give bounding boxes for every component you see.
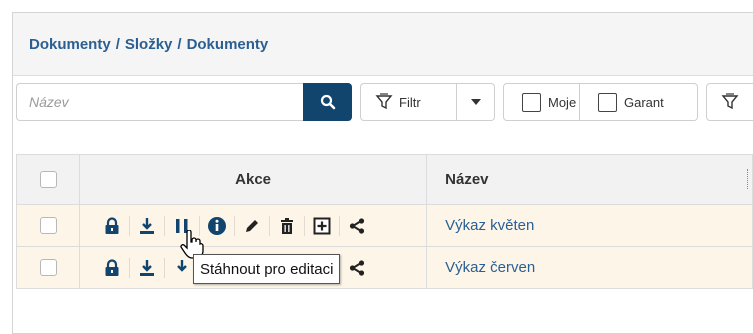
search-group: [16, 83, 352, 121]
table-row: Výkaz květen: [15, 204, 753, 247]
filter-secondary-button[interactable]: [706, 83, 753, 121]
divider: [269, 215, 271, 236]
chevron-down-icon: [470, 99, 481, 105]
garant-label: Garant: [624, 94, 664, 110]
search-button[interactable]: [303, 83, 352, 121]
row-name-link[interactable]: Výkaz květen: [426, 204, 753, 247]
breadcrumb-item-dokumenty[interactable]: Dokumenty: [29, 36, 111, 53]
plus-box-icon[interactable]: [308, 212, 336, 240]
divider: [304, 215, 306, 236]
download-icon[interactable]: [133, 254, 161, 282]
breadcrumb-separator: /: [177, 35, 182, 53]
toolbar: Filtr Moje Garant: [16, 83, 753, 121]
filter-button[interactable]: Filtr: [360, 83, 457, 121]
breadcrumb-separator: /: [115, 35, 120, 53]
lock-icon[interactable]: [98, 212, 126, 240]
row-name-link[interactable]: Výkaz červen: [426, 246, 753, 289]
search-input[interactable]: [16, 83, 303, 121]
search-icon: [320, 94, 335, 110]
breadcrumb: Dokumenty / Složky / Dokumenty: [13, 13, 753, 76]
filter-dropdown-button[interactable]: [457, 83, 495, 121]
row-checkbox[interactable]: [39, 217, 57, 234]
breadcrumb-item-current: Dokumenty: [186, 35, 269, 53]
trash-icon[interactable]: [273, 212, 301, 240]
filter-label: Filtr: [399, 94, 421, 110]
column-resize-handle[interactable]: [747, 169, 750, 189]
column-header-nazev-label: Název: [445, 171, 489, 188]
download-icon[interactable]: [133, 212, 161, 240]
lock-icon[interactable]: [98, 254, 126, 282]
funnel-icon: [721, 93, 739, 110]
row-select-cell: [15, 204, 81, 247]
breadcrumb-item-slozky[interactable]: Složky: [125, 36, 173, 53]
pencil-icon[interactable]: [238, 212, 266, 240]
divider: [129, 215, 131, 236]
divider: [164, 257, 166, 278]
garant-toggle[interactable]: Garant: [580, 83, 698, 121]
garant-checkbox[interactable]: [598, 92, 617, 112]
column-header-nazev[interactable]: Název: [426, 154, 753, 205]
tooltip: Stáhnout pro editaci: [193, 254, 341, 284]
row-select-cell: [15, 246, 81, 289]
column-header-akce: Akce: [79, 154, 428, 205]
table-row: Výkaz červen: [15, 246, 753, 289]
divider: [164, 215, 166, 236]
share-icon[interactable]: [343, 254, 371, 282]
row-actions: [79, 204, 428, 247]
documents-table: Akce Název Výkaz květen Výkaz červen: [15, 154, 753, 289]
divider: [339, 215, 341, 236]
select-all-checkbox[interactable]: [39, 171, 57, 188]
info-icon[interactable]: [203, 212, 231, 240]
divider: [129, 257, 131, 278]
share-icon[interactable]: [343, 212, 371, 240]
select-all-cell: [15, 154, 81, 205]
funnel-icon: [375, 93, 393, 110]
moje-toggle[interactable]: Moje: [503, 83, 580, 121]
row-checkbox[interactable]: [39, 259, 57, 276]
moje-checkbox[interactable]: [522, 92, 541, 112]
table-header-row: Akce Název: [15, 154, 753, 205]
moje-label: Moje: [548, 94, 577, 110]
divider: [234, 215, 236, 236]
